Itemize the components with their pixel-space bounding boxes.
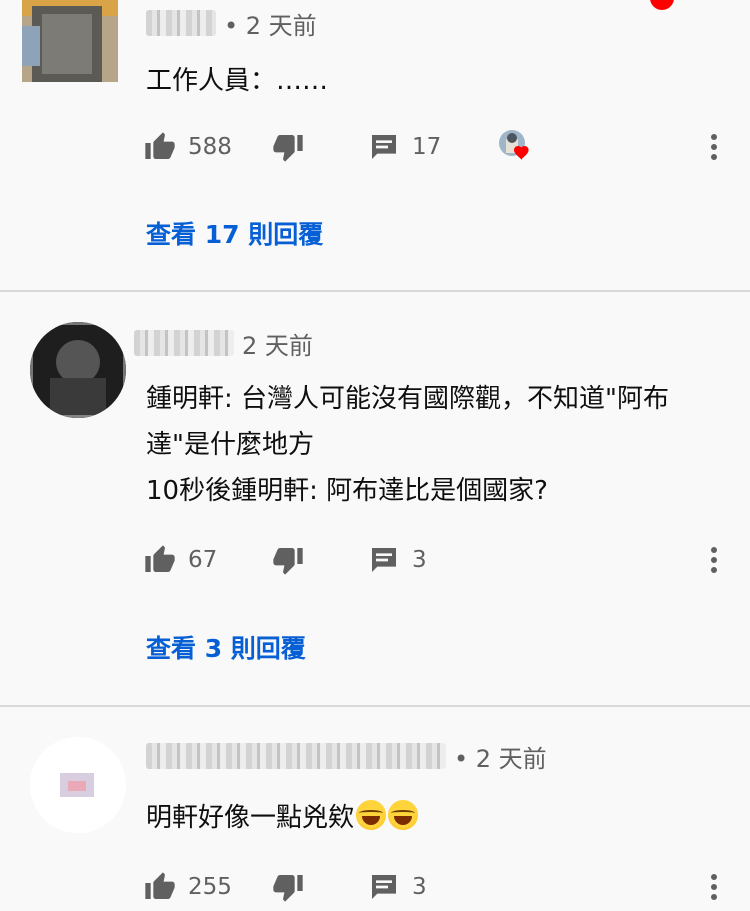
comment-actions: 255 3: [0, 867, 750, 907]
comment-meta: 2 天前: [134, 326, 313, 360]
face-with-tears-of-joy-icon: [356, 800, 387, 830]
comment-time: • 2 天前: [224, 11, 317, 40]
thumbs-down-icon[interactable]: [272, 871, 304, 903]
comment-line-text: 明軒好像一點兇欸: [146, 803, 355, 833]
comment-time: • 2 天前: [454, 744, 547, 773]
view-replies-button[interactable]: 查看 3 則回覆: [146, 629, 306, 669]
comment-actions: 588 17: [0, 127, 750, 167]
comment-line: 達"是什麼地方: [146, 430, 314, 460]
face-with-tears-of-joy-icon: [388, 800, 419, 830]
more-vert-icon[interactable]: [700, 867, 728, 907]
reply-count: 17: [412, 134, 442, 160]
author-name-blurred[interactable]: [146, 10, 216, 36]
comment-text: 明軒好像一點兇欸: [146, 795, 419, 841]
like-count: 255: [188, 874, 232, 900]
reply-count: 3: [412, 874, 427, 900]
reply-count: 3: [412, 547, 427, 573]
comment-line: 工作人員：……: [146, 66, 329, 96]
avatar[interactable]: [22, 0, 118, 82]
view-replies-button[interactable]: 查看 17 則回覆: [146, 215, 323, 255]
like-count: 588: [188, 134, 232, 160]
notification-dot: [650, 0, 674, 10]
thumbs-up-icon[interactable]: [144, 544, 176, 576]
comment-meta: • 2 天前: [146, 739, 547, 773]
creator-heart-icon: [499, 130, 529, 160]
comment-text: 工作人員：……: [146, 58, 328, 104]
comment-time: 2 天前: [242, 331, 313, 360]
comment-line: 鍾明軒: 台灣人可能沒有國際觀，不知道"阿布: [146, 384, 669, 414]
comment-divider: [0, 290, 750, 292]
comment-line: 明軒好像一點兇欸: [146, 795, 419, 841]
comment-divider: [0, 705, 750, 707]
thumbs-up-icon[interactable]: [144, 131, 176, 163]
comment-icon[interactable]: [368, 131, 400, 163]
comment-text: 鍾明軒: 台灣人可能沒有國際觀，不知道"阿布 達"是什麼地方 10秒後鍾明軒: …: [146, 376, 669, 514]
more-vert-icon[interactable]: [700, 540, 728, 580]
comment-icon[interactable]: [368, 544, 400, 576]
comment-line: 10秒後鍾明軒: 阿布達比是個國家?: [146, 476, 548, 506]
thumbs-up-icon[interactable]: [144, 871, 176, 903]
like-count: 67: [188, 547, 218, 573]
thumbs-down-icon[interactable]: [272, 131, 304, 163]
comment-icon[interactable]: [368, 871, 400, 903]
thumbs-down-icon[interactable]: [272, 544, 304, 576]
author-name-blurred[interactable]: [146, 743, 446, 769]
comment-meta: • 2 天前: [146, 6, 317, 40]
avatar[interactable]: [30, 322, 126, 418]
comment-actions: 67 3: [0, 540, 750, 580]
avatar[interactable]: [30, 737, 126, 833]
more-vert-icon[interactable]: [700, 127, 728, 167]
author-name-blurred[interactable]: [134, 330, 234, 356]
